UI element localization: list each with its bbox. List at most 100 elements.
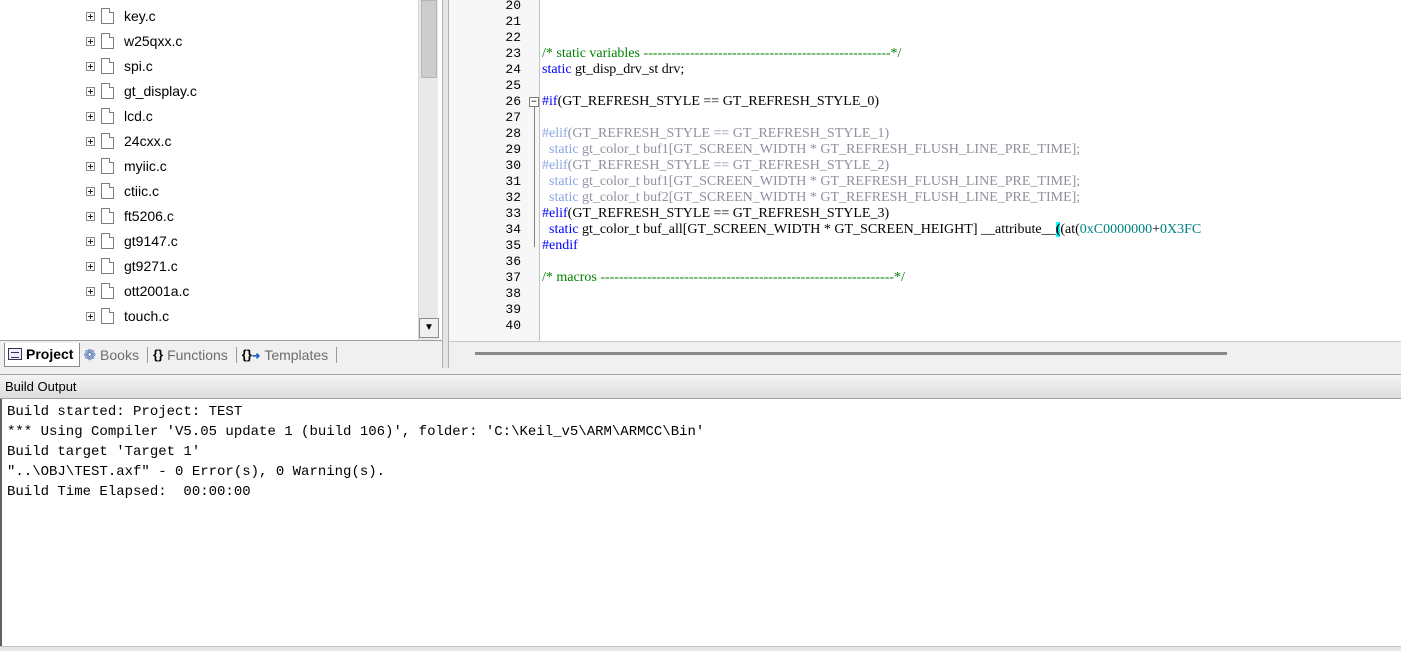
- code-token: 0X3FC: [1160, 222, 1202, 237]
- code-token: gt_color_t buf2[GT_SCREEN_WIDTH * GT_REF…: [578, 190, 1081, 205]
- code-line[interactable]: #elif(GT_REFRESH_STYLE == GT_REFRESH_STY…: [542, 126, 889, 142]
- line-number: 36: [505, 254, 521, 269]
- code-token: +: [1152, 222, 1160, 237]
- line-number: 37: [505, 270, 521, 285]
- code-line[interactable]: #endif: [542, 238, 578, 254]
- tab-templates-label: Templates: [264, 346, 329, 363]
- code-line[interactable]: /* macros ------------------------------…: [542, 270, 905, 286]
- code-token: (GT_REFRESH_STYLE == GT_REFRESH_STYLE_1): [567, 126, 890, 141]
- code-editor[interactable]: 20 21 22 23 24 25 26 27 28 29 30 31 32 33 34 35 36 37 38 39…: [449, 0, 1401, 341]
- expand-plus-icon[interactable]: [86, 86, 95, 96]
- tree-file-item[interactable]: ott2001a.c: [86, 281, 189, 301]
- tree-file-item[interactable]: 24cxx.c: [86, 131, 171, 151]
- expand-plus-icon[interactable]: [86, 161, 95, 171]
- file-icon: [101, 158, 114, 174]
- tab-books-label: Books: [100, 346, 139, 363]
- code-token: (GT_REFRESH_STYLE == GT_REFRESH_STYLE_0): [557, 94, 880, 109]
- tree-file-item[interactable]: w25qxx.c: [86, 31, 182, 51]
- file-icon: [101, 183, 114, 199]
- code-token: gt_color_t buf1[GT_SCREEN_WIDTH * GT_REF…: [578, 174, 1081, 189]
- expand-plus-icon[interactable]: [86, 61, 95, 71]
- code-token: (GT_REFRESH_STYLE == GT_REFRESH_STYLE_3): [567, 206, 890, 221]
- expand-plus-icon[interactable]: [86, 261, 95, 271]
- tree-file-item[interactable]: ft5206.c: [86, 206, 174, 226]
- tree-vertical-scrollbar[interactable]: ▼: [418, 0, 439, 340]
- file-icon: [101, 83, 114, 99]
- code-token: gt_color_t buf1[GT_SCREEN_WIDTH * GT_REF…: [578, 142, 1081, 157]
- line-number: 22: [505, 30, 521, 45]
- expand-plus-icon[interactable]: [86, 186, 95, 196]
- code-token: static: [542, 190, 579, 205]
- tree-file-label: gt_display.c: [124, 83, 197, 99]
- code-line[interactable]: static gt_color_t buf1[GT_SCREEN_WIDTH *…: [542, 142, 1080, 158]
- tab-separator: [235, 346, 237, 363]
- tree-file-label: lcd.c: [124, 108, 153, 124]
- file-icon: [101, 8, 114, 24]
- line-number: 28: [505, 126, 521, 141]
- line-number: 31: [505, 174, 521, 189]
- file-icon: [101, 208, 114, 224]
- tab-separator: [146, 346, 148, 363]
- tree-file-item[interactable]: spi.c: [86, 56, 153, 76]
- tree-file-item[interactable]: gt_display.c: [86, 81, 197, 101]
- tab-functions[interactable]: {} Functions: [150, 343, 234, 367]
- expand-plus-icon[interactable]: [86, 11, 95, 21]
- code-line[interactable]: /* static variables --------------------…: [542, 46, 901, 62]
- build-output-line: Build started: Project: TEST: [7, 404, 243, 420]
- file-icon: [101, 258, 114, 274]
- editor-horizontal-scrollbar[interactable]: [449, 341, 1401, 368]
- file-icon: [101, 233, 114, 249]
- tree-scroll-thumb[interactable]: [421, 0, 437, 78]
- build-output-line: Build Time Elapsed: 00:00:00: [7, 484, 251, 500]
- line-number-gutter: 20 21 22 23 24 25 26 27 28 29 30 31 32 33 34 35 36 37 38 39…: [449, 0, 540, 341]
- project-tree-panel: key.c w25qxx.c spi.c gt_display.c lcd.c 24cxx…: [0, 0, 442, 340]
- tree-file-item[interactable]: touch.c: [86, 306, 169, 326]
- code-line[interactable]: #elif(GT_REFRESH_STYLE == GT_REFRESH_STY…: [542, 158, 889, 174]
- expand-plus-icon[interactable]: [86, 111, 95, 121]
- tree-file-item[interactable]: gt9271.c: [86, 256, 178, 276]
- code-line[interactable]: #elif(GT_REFRESH_STYLE == GT_REFRESH_STY…: [542, 206, 889, 222]
- line-number: 33: [505, 206, 521, 221]
- code-line[interactable]: static gt_color_t buf_all[GT_SCREEN_WIDT…: [542, 222, 1201, 238]
- tree-file-item[interactable]: ctiic.c: [86, 181, 159, 201]
- code-line[interactable]: static gt_disp_drv_st drv;: [542, 62, 684, 78]
- file-icon: [101, 283, 114, 299]
- tree-file-item[interactable]: gt9147.c: [86, 231, 178, 251]
- tree-file-item[interactable]: myiic.c: [86, 156, 167, 176]
- expand-plus-icon[interactable]: [86, 311, 95, 321]
- expand-plus-icon[interactable]: [86, 211, 95, 221]
- fold-collapse-icon[interactable]: −: [529, 97, 539, 107]
- code-token: #elif: [542, 206, 568, 221]
- scroll-down-arrow-icon[interactable]: ▼: [419, 318, 439, 338]
- editor-scroll-thumb[interactable]: [475, 352, 1227, 355]
- line-number: 32: [505, 190, 521, 205]
- panel-splitter[interactable]: [442, 0, 449, 368]
- build-output-bottom-edge: [0, 646, 1401, 651]
- expand-plus-icon[interactable]: [86, 286, 95, 296]
- tab-project[interactable]: Project: [4, 342, 81, 367]
- tab-functions-label: Functions: [167, 346, 228, 363]
- code-line[interactable]: static gt_color_t buf1[GT_SCREEN_WIDTH *…: [542, 174, 1080, 190]
- line-number: 27: [505, 110, 521, 125]
- build-output-panel[interactable]: Build started: Project: TEST *** Using Co…: [0, 399, 1401, 651]
- tree-file-label: myiic.c: [124, 158, 167, 174]
- tab-books[interactable]: ❁ Books: [80, 343, 145, 367]
- braces-icon: {}: [152, 347, 164, 362]
- line-number: 40: [505, 318, 521, 333]
- code-line[interactable]: #if(GT_REFRESH_STYLE == GT_REFRESH_STYLE…: [542, 94, 879, 110]
- expand-plus-icon[interactable]: [86, 36, 95, 46]
- tab-templates[interactable]: {}➜ Templates: [239, 343, 334, 367]
- tree-file-label: gt9271.c: [124, 258, 178, 274]
- tree-file-item[interactable]: lcd.c: [86, 106, 153, 126]
- file-icon: [101, 308, 114, 324]
- code-token: gt_disp_drv_st drv;: [571, 62, 685, 77]
- project-panel-tabs: Project ❁ Books {} Functions {}➜ Templat…: [0, 340, 442, 368]
- code-line[interactable]: static gt_color_t buf2[GT_SCREEN_WIDTH *…: [542, 190, 1080, 206]
- line-number: 23: [505, 46, 521, 61]
- fold-guide-line: [534, 107, 535, 247]
- tree-file-label: ctiic.c: [124, 183, 159, 199]
- tree-file-item[interactable]: key.c: [86, 6, 156, 26]
- code-token: #if: [542, 94, 558, 109]
- expand-plus-icon[interactable]: [86, 236, 95, 246]
- expand-plus-icon[interactable]: [86, 136, 95, 146]
